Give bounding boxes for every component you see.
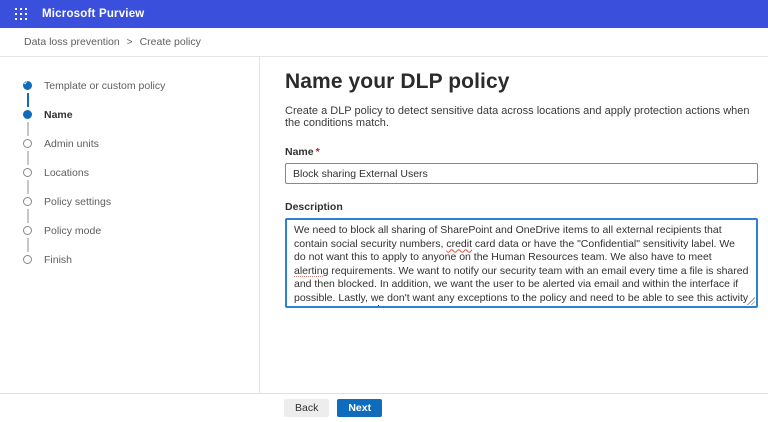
breadcrumb-item-data-loss-prevention[interactable]: Data loss prevention bbox=[24, 36, 120, 48]
step-upcoming-icon bbox=[23, 197, 32, 206]
step-policy-mode[interactable]: Policy mode bbox=[0, 216, 259, 245]
required-asterisk: * bbox=[316, 146, 320, 158]
step-label: Locations bbox=[44, 167, 89, 179]
step-label: Template or custom policy bbox=[44, 80, 165, 92]
back-button[interactable]: Back bbox=[284, 399, 329, 417]
step-label: Name bbox=[44, 109, 73, 121]
step-current-icon bbox=[23, 110, 32, 119]
page-title: Name your DLP policy bbox=[285, 70, 758, 94]
name-label-text: Name bbox=[285, 146, 314, 158]
step-admin-units[interactable]: Admin units bbox=[0, 129, 259, 158]
policy-name-input[interactable] bbox=[285, 163, 758, 184]
waffle-grid-icon bbox=[15, 8, 27, 20]
step-label: Finish bbox=[44, 254, 72, 266]
checkmark-icon: ✓ bbox=[23, 79, 30, 87]
step-label: Admin units bbox=[44, 138, 99, 150]
flagged-word: alerting bbox=[294, 265, 328, 277]
wizard-stepper-sidebar: ✓ Template or custom policy Name Admin u… bbox=[0, 57, 260, 393]
step-upcoming-icon bbox=[23, 226, 32, 235]
text-caret bbox=[378, 305, 379, 308]
next-button[interactable]: Next bbox=[337, 399, 382, 417]
step-finish[interactable]: Finish bbox=[0, 245, 259, 274]
app-launcher-icon[interactable] bbox=[10, 3, 32, 25]
purview-app-window: Microsoft Purview Data loss prevention >… bbox=[0, 0, 768, 422]
step-label: Policy settings bbox=[44, 196, 111, 208]
step-label: Policy mode bbox=[44, 225, 101, 237]
breadcrumb-item-create-policy: Create policy bbox=[140, 36, 201, 48]
content-region: ✓ Template or custom policy Name Admin u… bbox=[0, 57, 768, 393]
breadcrumb-separator-icon: > bbox=[127, 37, 133, 48]
step-upcoming-icon bbox=[23, 255, 32, 264]
description-text: requirements. We want to notify our secu… bbox=[294, 265, 748, 309]
step-completed-icon: ✓ bbox=[23, 81, 32, 90]
breadcrumb: Data loss prevention > Create policy bbox=[0, 28, 768, 57]
step-locations[interactable]: Locations bbox=[0, 158, 259, 187]
textarea-resize-handle[interactable] bbox=[746, 296, 755, 305]
main-panel: Name your DLP policy Create a DLP policy… bbox=[260, 57, 768, 393]
misspelled-word: credit bbox=[446, 238, 472, 250]
name-field-label: Name* bbox=[285, 146, 758, 158]
wizard-footer: Back Next bbox=[0, 393, 768, 422]
step-upcoming-icon bbox=[23, 139, 32, 148]
top-app-bar: Microsoft Purview bbox=[0, 0, 768, 28]
step-upcoming-icon bbox=[23, 168, 32, 177]
step-name[interactable]: Name bbox=[0, 100, 259, 129]
app-title: Microsoft Purview bbox=[42, 8, 144, 20]
step-policy-settings[interactable]: Policy settings bbox=[0, 187, 259, 216]
step-template-or-custom-policy[interactable]: ✓ Template or custom policy bbox=[0, 71, 259, 100]
page-subtitle: Create a DLP policy to detect sensitive … bbox=[285, 105, 758, 129]
description-field-label: Description bbox=[285, 201, 758, 213]
policy-description-textarea[interactable]: We need to block all sharing of SharePoi… bbox=[285, 218, 758, 308]
